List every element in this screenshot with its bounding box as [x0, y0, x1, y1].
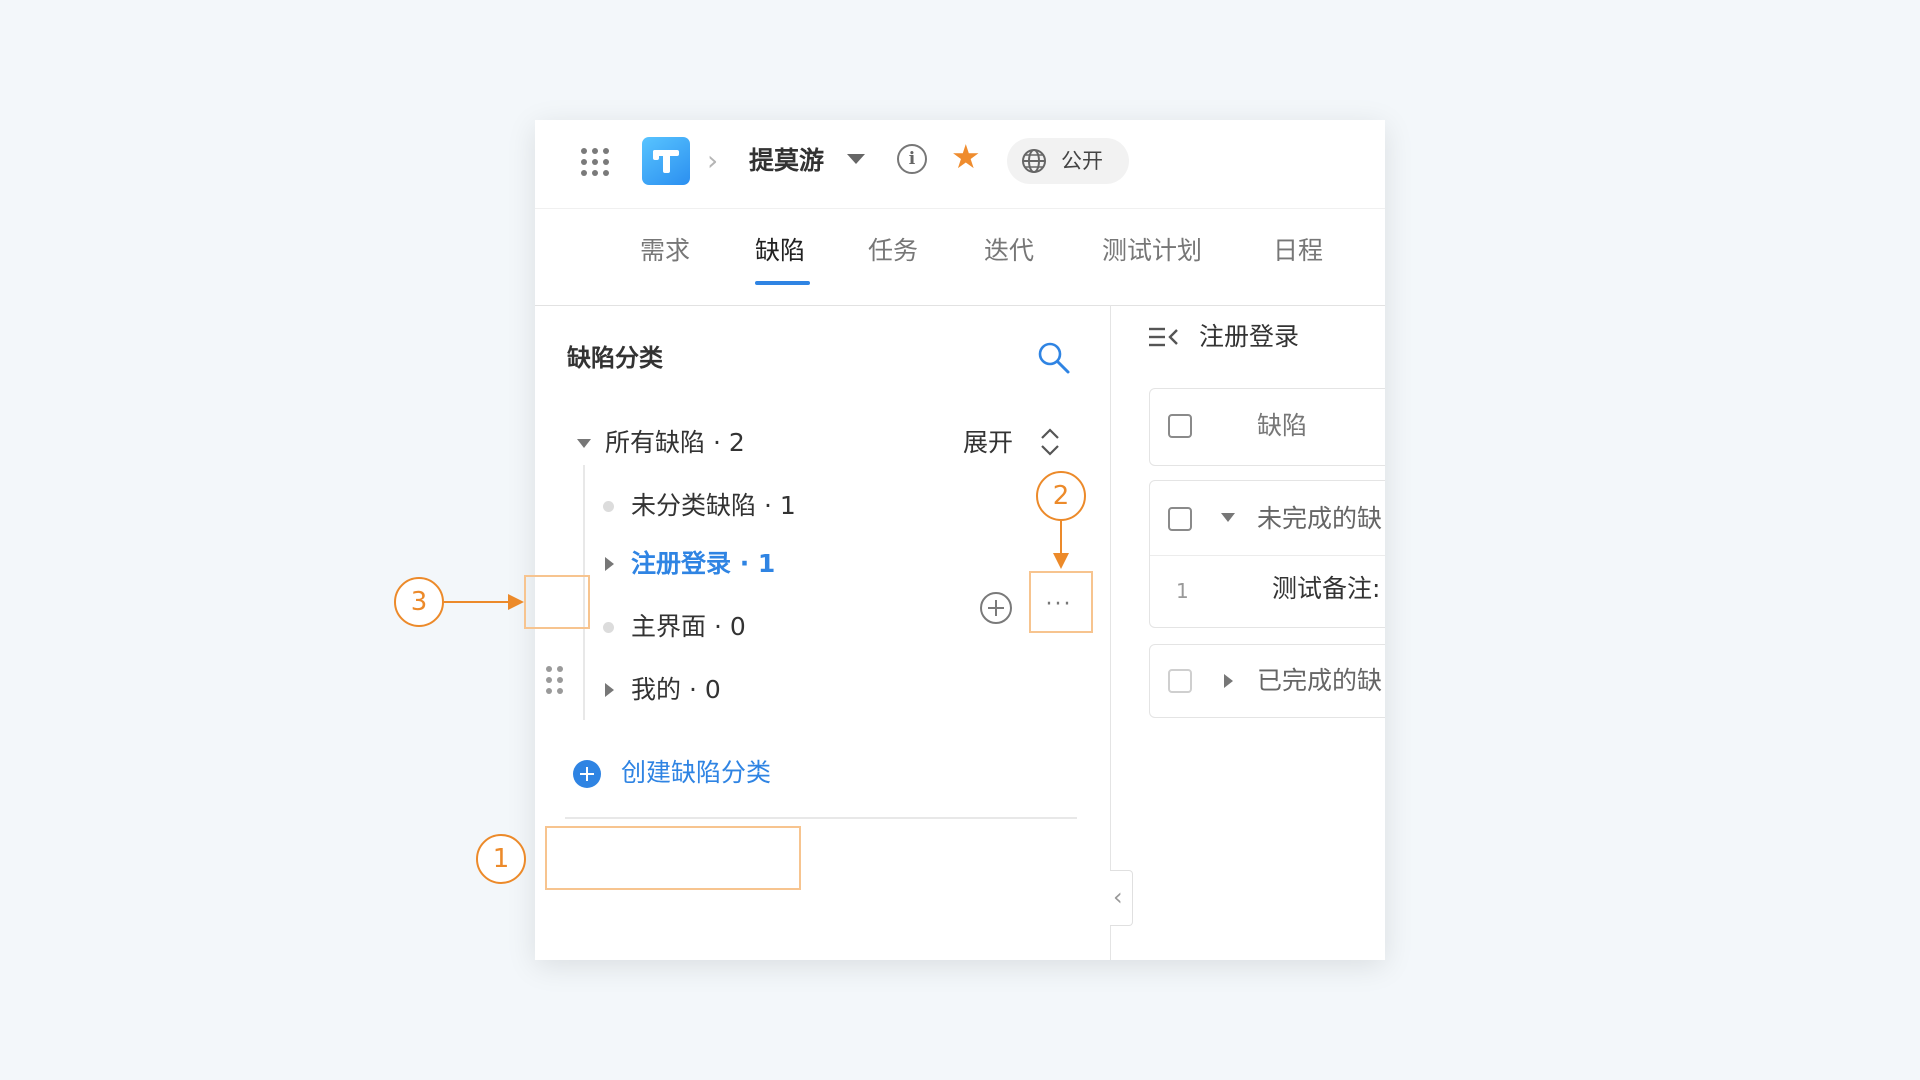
- tree-item-mine[interactable]: 我的 · 0: [601, 660, 1021, 720]
- project-logo[interactable]: [642, 137, 690, 185]
- row-divider: [1150, 555, 1385, 556]
- callout-2: 2: [1036, 471, 1086, 521]
- defect-table-header: 缺陷: [1149, 388, 1385, 466]
- panel-title: 注册登录: [1199, 322, 1300, 351]
- tree-item-main-screen[interactable]: 主界面 · 0: [601, 597, 1021, 657]
- visibility-public-button[interactable]: 公开: [1007, 138, 1129, 184]
- expand-caret-icon[interactable]: [605, 683, 614, 697]
- row-index: 1: [1176, 579, 1189, 603]
- group-label[interactable]: 未完成的缺: [1257, 499, 1382, 539]
- arrowhead-down-icon: [1053, 553, 1069, 569]
- highlight-create-button: [545, 826, 801, 890]
- tree-root-label: 所有缺陷 · 2: [605, 428, 745, 457]
- active-tab-indicator: [755, 281, 810, 285]
- callout-1: 1: [476, 834, 526, 884]
- module-tabs: 需求 缺陷 任务 迭代 测试计划 日程: [535, 208, 1385, 306]
- callout-arrow-3: [444, 601, 510, 603]
- column-header-defect: 缺陷: [1257, 411, 1308, 440]
- tree-item-register-login[interactable]: 注册登录 · 1: [601, 534, 961, 594]
- menu-collapse-icon[interactable]: [1147, 325, 1181, 351]
- select-all-checkbox[interactable]: [1168, 414, 1192, 438]
- group-checkbox[interactable]: [1168, 669, 1192, 693]
- tree-item-uncategorized[interactable]: 未分类缺陷 · 1: [601, 476, 1021, 536]
- app-grid-icon[interactable]: [579, 146, 609, 176]
- tree-item-label: 注册登录 · 1: [631, 549, 776, 578]
- chevron-left-icon: ‹: [1113, 883, 1123, 911]
- expand-all-toggle[interactable]: 展开: [963, 413, 1013, 473]
- expand-collapse-chevrons-icon[interactable]: [1039, 427, 1061, 457]
- group-completed: 已完成的缺: [1149, 644, 1385, 718]
- highlight-drag-handle: [524, 575, 590, 629]
- sidebar-collapse-handle[interactable]: ‹: [1110, 870, 1133, 926]
- leaf-dot-icon: [603, 622, 614, 633]
- search-icon[interactable]: [1037, 341, 1071, 375]
- drag-handle[interactable]: [535, 653, 583, 709]
- collapse-caret-icon[interactable]: [1221, 513, 1235, 522]
- callout-arrow-2: [1060, 521, 1062, 555]
- tab-requirements[interactable]: 需求: [640, 231, 690, 271]
- info-icon[interactable]: i: [897, 144, 927, 174]
- arrowhead-right-icon: [508, 594, 524, 610]
- callout-3: 3: [394, 577, 444, 627]
- group-checkbox[interactable]: [1168, 507, 1192, 531]
- breadcrumb-chevron-icon: ›: [707, 144, 719, 177]
- visibility-label: 公开: [1061, 149, 1103, 173]
- tab-tasks[interactable]: 任务: [868, 231, 918, 271]
- tab-defects[interactable]: 缺陷: [755, 231, 805, 271]
- plus-circle-icon: [573, 760, 601, 788]
- defect-title[interactable]: 测试备注:: [1272, 569, 1380, 609]
- tree-item-label: 未分类缺陷 · 1: [631, 491, 796, 520]
- tree-item-label: 我的 · 0: [631, 675, 721, 704]
- create-category-button[interactable]: 创建缺陷分类: [547, 742, 797, 804]
- expand-caret-icon[interactable]: [605, 557, 614, 571]
- globe-icon: [1022, 149, 1046, 173]
- tab-test-plan[interactable]: 测试计划: [1102, 231, 1202, 271]
- highlight-more-options: [1029, 571, 1093, 633]
- drag-handle-icon: [546, 666, 563, 694]
- create-category-label: 创建缺陷分类: [621, 758, 772, 787]
- project-dropdown-caret-icon[interactable]: [847, 154, 865, 164]
- tree-root-all-defects[interactable]: 所有缺陷 · 2: [575, 413, 975, 473]
- group-incomplete: 未完成的缺 1 测试备注:: [1149, 480, 1385, 628]
- leaf-dot-icon: [603, 501, 614, 512]
- tree-item-label: 主界面 · 0: [631, 612, 746, 641]
- project-name[interactable]: 提莫游: [749, 142, 824, 180]
- sidebar-divider: [565, 817, 1077, 819]
- collapse-caret-icon[interactable]: [577, 439, 591, 448]
- tab-iterations[interactable]: 迭代: [984, 231, 1034, 271]
- group-label[interactable]: 已完成的缺: [1257, 661, 1382, 701]
- star-icon[interactable]: ★: [951, 137, 981, 177]
- sidebar-title: 缺陷分类: [567, 344, 663, 372]
- tab-schedule[interactable]: 日程: [1273, 231, 1323, 271]
- top-bar: › 提莫游 i ★ 公开: [535, 120, 1385, 208]
- expand-caret-icon[interactable]: [1224, 674, 1233, 688]
